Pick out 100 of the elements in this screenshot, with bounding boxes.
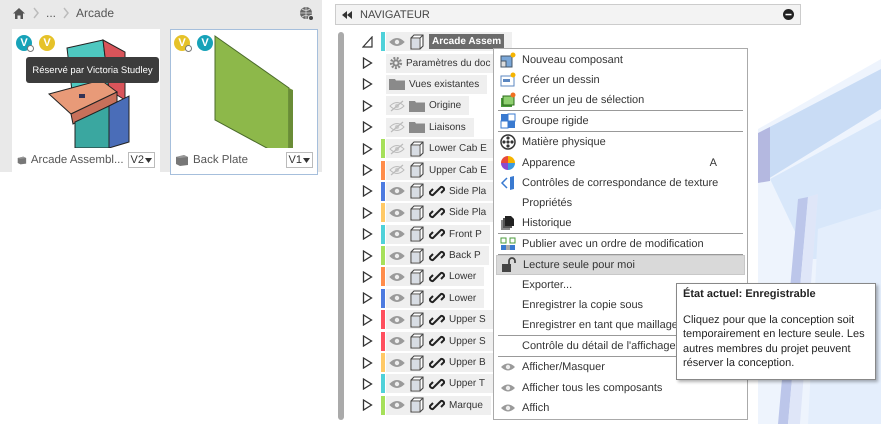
cube-icon <box>409 140 425 157</box>
tree-label: Upper Cab E <box>429 164 487 176</box>
publish-icon <box>500 236 516 252</box>
tree-item[interactable]: Arcade Assem <box>386 32 512 52</box>
tree-item[interactable]: Marque <box>386 396 491 415</box>
tree-label: Side Pla <box>449 207 486 218</box>
cube-icon <box>409 162 425 178</box>
file-card[interactable]: V V Back Plate V1 <box>170 29 318 175</box>
menu-item[interactable]: Historique <box>496 212 745 233</box>
tree-item[interactable]: Lower Cab E <box>386 139 495 158</box>
menu-item[interactable]: Nouveau composant <box>496 50 745 70</box>
menu-item[interactable]: Lecture seule pour moi <box>496 254 745 276</box>
tree-label: Lower Cab E <box>429 143 487 154</box>
cube-icon <box>409 290 425 306</box>
breadcrumb-item[interactable]: ... <box>46 6 56 20</box>
expand-icon[interactable] <box>362 164 373 176</box>
tree-label: Upper S <box>449 336 486 347</box>
menu-item[interactable]: Propriétés <box>496 192 745 213</box>
expand-icon[interactable] <box>362 228 373 240</box>
cube-icon <box>409 397 425 414</box>
menu-item[interactable]: Publier avec un ordre de modification <box>496 234 745 254</box>
tree-label: Front P <box>449 228 482 240</box>
expand-icon[interactable] <box>362 57 373 70</box>
tooltip-text: Cliquez pour que la conception soit temporairement en lecture seule. Les autres membres du projet peuvent réserver la conception. <box>683 313 866 370</box>
globe-icon[interactable] <box>299 6 314 20</box>
expand-icon[interactable] <box>362 121 373 134</box>
expand-icon[interactable] <box>362 314 373 326</box>
tree-item[interactable]: Liaisons <box>386 118 474 137</box>
expand-icon[interactable] <box>362 185 373 198</box>
chevron-icon <box>62 7 70 19</box>
material-icon <box>500 134 516 150</box>
tree-item[interactable]: Side Pla <box>386 203 494 222</box>
tree-item[interactable]: Upper Cab E <box>386 160 495 180</box>
eye-icon <box>500 361 516 374</box>
file-name: Back Plate <box>193 154 249 166</box>
menu-item[interactable]: Afficher tous les composants <box>496 378 745 398</box>
selection-set-icon <box>500 92 516 108</box>
menu-item[interactable]: Créer un jeu de sélection <box>496 90 745 110</box>
pages-icon <box>500 214 516 231</box>
file-card[interactable]: V V Réservé par Victoria Studley Arcade Assembl... V2 <box>12 29 160 175</box>
menu-item[interactable]: Groupe rigide <box>496 111 745 132</box>
tree-label: Liaisons <box>429 122 466 133</box>
eye-icon <box>500 382 516 394</box>
expand-icon[interactable] <box>362 399 373 412</box>
expand-icon[interactable] <box>362 100 373 112</box>
expand-icon[interactable] <box>362 250 373 262</box>
cube-icon <box>409 248 425 264</box>
tree-label: Lower <box>449 292 476 304</box>
menu-item[interactable]: Contrôles de correspondance de texture <box>496 172 745 193</box>
caret-icon <box>303 158 310 162</box>
tree-item[interactable]: Back P <box>386 246 489 266</box>
tree-label: Upper S <box>449 314 486 326</box>
cube-icon <box>409 204 425 221</box>
gear-icon <box>389 56 403 70</box>
expand-icon[interactable] <box>362 270 373 283</box>
version-dropdown[interactable]: V2 <box>128 152 155 168</box>
cube-icon <box>409 312 425 328</box>
drawing-icon <box>500 72 516 88</box>
expand-icon[interactable] <box>362 292 373 304</box>
expand-icon[interactable] <box>362 335 373 348</box>
tree-label: Marque <box>449 400 483 411</box>
expand-icon[interactable] <box>362 356 373 369</box>
expand-icon[interactable] <box>362 378 373 390</box>
menu-item[interactable]: Matière physique <box>496 132 745 152</box>
menu-item[interactable]: Apparence A <box>496 152 745 173</box>
tree-item[interactable]: Upper B <box>386 353 494 372</box>
tree-label: Upper B <box>449 357 486 368</box>
tree-item[interactable]: Upper T <box>386 374 493 394</box>
collapse-icon[interactable] <box>342 10 352 18</box>
breadcrumb-item[interactable]: Arcade <box>76 6 114 20</box>
home-icon[interactable] <box>12 6 26 20</box>
folder-icon <box>409 100 425 112</box>
cube-icon <box>409 226 425 242</box>
tree-item[interactable]: Front P <box>386 224 490 244</box>
scrollbar[interactable] <box>338 32 344 420</box>
tree-item[interactable]: Origine <box>386 96 470 116</box>
cube-icon <box>17 154 27 166</box>
minimize-icon[interactable] <box>783 9 794 20</box>
expand-icon[interactable] <box>362 206 373 219</box>
cube-icon <box>175 154 189 166</box>
tree-item[interactable]: Lower <box>386 267 484 286</box>
tree-item[interactable]: Vues existantes <box>386 74 488 94</box>
tree-item[interactable]: Upper S <box>386 332 494 351</box>
menu-item[interactable]: Créer un dessin <box>496 70 745 90</box>
cube-icon <box>409 354 425 371</box>
tree-label: Upper T <box>449 378 485 390</box>
tree-item[interactable]: Side Pla <box>386 182 494 201</box>
tree-item[interactable]: Lower <box>386 288 484 308</box>
menu-item[interactable]: Affich <box>496 398 745 418</box>
caret-icon <box>145 158 152 162</box>
expand-icon[interactable] <box>362 78 373 90</box>
tree-label: Vues existantes <box>409 78 480 90</box>
shortcut-key: A <box>710 156 717 169</box>
tree-label: Arcade Assem <box>429 34 504 50</box>
expand-icon[interactable] <box>362 142 373 155</box>
unlocked-icon <box>501 256 517 273</box>
tree-item[interactable]: Upper S <box>386 310 494 330</box>
version-dropdown[interactable]: V1 <box>286 152 313 168</box>
chevron-icon <box>32 7 40 19</box>
expanded-icon[interactable] <box>362 36 373 48</box>
